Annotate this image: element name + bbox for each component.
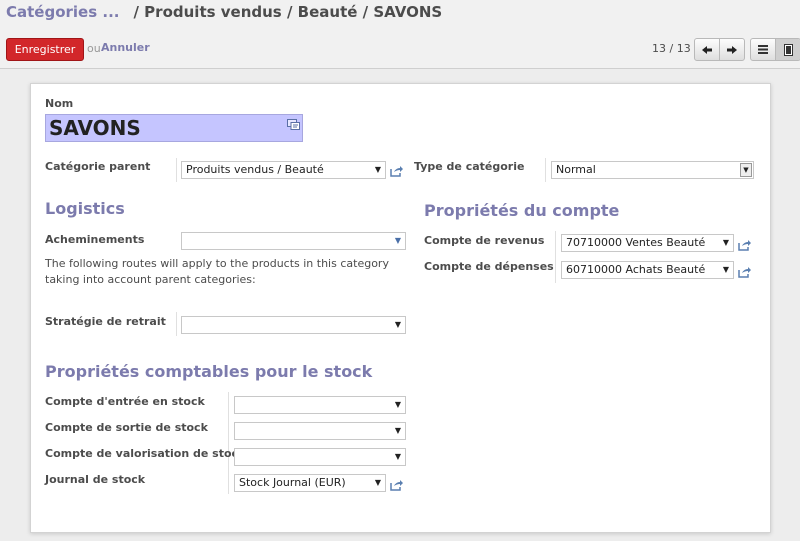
stock-valuation-account-select[interactable]: ▼ [234,448,406,466]
previous-button[interactable] [695,39,720,60]
dropdown-arrow-icon: ▼ [722,265,729,274]
parent-category-label: Catégorie parent [45,160,151,173]
control-panel: Catégories ... / Produits vendus / Beauté… [0,0,800,69]
expense-account-value: 60710000 Achats Beauté [566,263,706,276]
name-input[interactable]: SAVONS [45,114,303,142]
external-link-icon[interactable] [390,165,404,177]
form-view-button[interactable] [776,39,800,60]
separator [555,231,556,283]
dropdown-arrow-icon: ▼ [394,452,401,461]
stock-input-account-select[interactable]: ▼ [234,396,406,414]
stock-journal-select[interactable]: Stock Journal (EUR) ▼ [234,474,386,492]
income-account-label: Compte de revenus [424,234,545,247]
form-icon [783,43,793,56]
category-type-select[interactable]: Normal ▼ [551,161,754,179]
removal-strategy-select[interactable]: ▼ [181,316,406,334]
stock-valuation-account-label: Compte de valorisation de stock [45,447,246,460]
next-button[interactable] [720,39,744,60]
list-icon [758,45,768,54]
breadcrumb-current: / Produits vendus / Beauté / SAVONS [133,3,443,21]
external-link-icon[interactable] [390,479,404,491]
dropdown-arrow-icon: ▼ [722,238,729,247]
dropdown-arrow-icon: ▼ [394,400,401,409]
name-label: Nom [45,97,74,110]
stock-output-account-label: Compte de sortie de stock [45,421,208,434]
routes-input[interactable]: ▼ [181,232,406,250]
pager-counter: 13 / 13 [652,42,691,55]
parent-category-select[interactable]: Produits vendus / Beauté ▼ [181,161,386,179]
separator [176,158,177,182]
stock-journal-value: Stock Journal (EUR) [239,476,346,489]
stock-journal-label: Journal de stock [45,473,146,486]
account-properties-heading: Propriétés du compte [424,201,620,220]
form-sheet: Nom SAVONS Catégorie parent Produits ven… [30,83,771,533]
routes-help-text: The following routes will apply to the p… [45,257,389,286]
stock-input-account-label: Compte d'entrée en stock [45,395,205,408]
breadcrumb-parent-link[interactable]: Catégories ... [6,3,119,21]
income-account-select[interactable]: 70710000 Ventes Beauté ▼ [561,234,734,252]
removal-strategy-label: Stratégie de retrait [45,315,166,328]
separator [176,312,177,336]
stock-output-account-select[interactable]: ▼ [234,422,406,440]
separator [545,158,546,182]
income-account-value: 70710000 Ventes Beauté [566,236,706,249]
breadcrumb: Catégories ... / Produits vendus / Beauté… [6,3,442,21]
dropdown-arrow-icon: ▼ [374,478,381,487]
dropdown-arrow-icon: ▼ [374,165,381,174]
stock-accounting-heading: Propriétés comptables pour le stock [45,362,373,381]
dropdown-arrow-icon: ▼ [394,320,401,329]
pager-buttons [694,38,745,61]
arrow-right-icon [727,45,737,54]
dropdown-arrow-icon: ▼ [740,163,752,177]
routes-label: Acheminements [45,233,145,246]
category-type-value: Normal [556,163,596,176]
expense-account-label: Compte de dépenses [424,260,554,273]
logistics-heading: Logistics [45,199,125,218]
dropdown-arrow-icon: ▼ [394,236,401,245]
dropdown-arrow-icon: ▼ [394,426,401,435]
translate-icon[interactable] [287,119,300,130]
expense-account-select[interactable]: 60710000 Achats Beauté ▼ [561,261,734,279]
cancel-link[interactable]: Annuler [101,41,150,54]
arrow-left-icon [702,45,712,54]
list-view-button[interactable] [751,39,776,60]
parent-category-value: Produits vendus / Beauté [186,163,324,176]
separator [228,392,229,494]
external-link-icon[interactable] [738,239,752,251]
or-label: ou [87,42,101,55]
category-type-label: Type de catégorie [414,160,525,173]
view-switcher [750,38,800,61]
name-value: SAVONS [49,116,141,140]
external-link-icon[interactable] [738,266,752,278]
save-button[interactable]: Enregistrer [6,38,84,61]
